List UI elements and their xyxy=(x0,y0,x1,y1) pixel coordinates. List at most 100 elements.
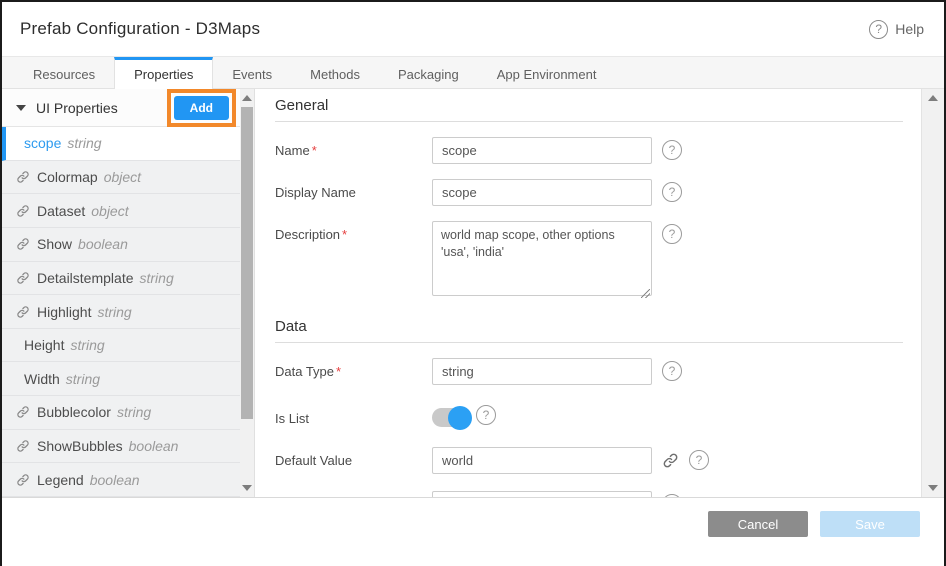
link-icon xyxy=(16,237,30,251)
property-item-legend[interactable]: Legend boolean xyxy=(2,463,240,497)
property-type: string xyxy=(70,337,104,353)
binding-type-label: Binding Type xyxy=(275,491,432,497)
form-scroll-thumb[interactable] xyxy=(922,89,944,289)
property-form-panel: General Name* Display Name Description* … xyxy=(255,89,944,497)
data-type-field[interactable] xyxy=(432,358,652,385)
description-field[interactable]: world map scope, other options 'usa', 'i… xyxy=(432,221,652,296)
collapse-caret-icon xyxy=(16,105,26,111)
default-value-field[interactable] xyxy=(432,447,652,474)
tab-methods[interactable]: Methods xyxy=(291,57,379,88)
ui-properties-list: UI Properties Add scope string Colormap … xyxy=(2,89,240,497)
is-list-toggle[interactable] xyxy=(432,408,469,427)
description-row: Description* world map scope, other opti… xyxy=(275,221,903,301)
property-name: Width xyxy=(24,371,60,387)
is-list-label: Is List xyxy=(275,405,432,426)
property-name: Dataset xyxy=(37,203,85,219)
cancel-button[interactable]: Cancel xyxy=(708,511,808,537)
scroll-up-icon[interactable] xyxy=(928,95,938,101)
section-data: Data xyxy=(275,318,903,343)
property-type: string xyxy=(97,304,131,320)
property-form: General Name* Display Name Description* … xyxy=(255,89,921,497)
property-name: ShowBubbles xyxy=(37,438,123,454)
form-scrollbar[interactable] xyxy=(921,89,944,497)
property-type: boolean xyxy=(78,236,128,252)
sidebar-scrollbar[interactable] xyxy=(240,89,254,497)
link-icon xyxy=(16,271,30,285)
required-marker: * xyxy=(312,143,317,158)
name-row: Name* xyxy=(275,137,903,164)
link-icon xyxy=(16,405,30,419)
prefab-configuration-dialog: Prefab Configuration - D3Maps Help Resou… xyxy=(0,0,946,566)
page-title: Prefab Configuration - D3Maps xyxy=(20,19,260,39)
data-type-label: Data Type* xyxy=(275,358,432,379)
property-name: Highlight xyxy=(37,304,91,320)
help-icon[interactable] xyxy=(689,450,709,470)
help-label: Help xyxy=(895,21,924,37)
bind-link-icon[interactable] xyxy=(662,452,679,474)
display-name-field[interactable] xyxy=(432,179,652,206)
property-type: object xyxy=(91,203,128,219)
is-list-row: Is List xyxy=(275,405,903,427)
name-label: Name* xyxy=(275,137,432,158)
scroll-down-icon[interactable] xyxy=(242,485,252,491)
section-general: General xyxy=(275,97,903,122)
link-icon xyxy=(16,305,30,319)
add-property-button[interactable]: Add xyxy=(174,96,229,120)
tab-resources[interactable]: Resources xyxy=(14,57,114,88)
link-icon xyxy=(16,170,30,184)
display-name-row: Display Name xyxy=(275,179,903,206)
property-type: string xyxy=(67,135,101,151)
property-type: string xyxy=(140,270,174,286)
save-button[interactable]: Save xyxy=(820,511,920,537)
property-type: boolean xyxy=(129,438,179,454)
property-item-height[interactable]: Height string xyxy=(2,329,240,363)
property-item-scope[interactable]: scope string xyxy=(2,127,240,161)
property-type: boolean xyxy=(90,472,140,488)
data-type-row: Data Type* xyxy=(275,358,903,385)
help-icon[interactable] xyxy=(662,361,682,381)
property-item-colormap[interactable]: Colormap object xyxy=(2,161,240,195)
property-item-width[interactable]: Width string xyxy=(2,362,240,396)
description-label: Description* xyxy=(275,221,432,242)
property-name: Colormap xyxy=(37,169,98,185)
help-icon[interactable] xyxy=(662,140,682,160)
tab-events[interactable]: Events xyxy=(213,57,291,88)
tab-properties[interactable]: Properties xyxy=(114,57,213,89)
required-marker: * xyxy=(342,227,347,242)
tab-packaging[interactable]: Packaging xyxy=(379,57,478,88)
ui-properties-panel: UI Properties Add scope string Colormap … xyxy=(2,89,255,497)
help-icon[interactable] xyxy=(662,182,682,202)
property-item-show[interactable]: Show boolean xyxy=(2,228,240,262)
ui-properties-header[interactable]: UI Properties Add xyxy=(2,89,240,127)
scroll-down-icon[interactable] xyxy=(928,485,938,491)
property-name: Detailstemplate xyxy=(37,270,134,286)
help-icon[interactable] xyxy=(662,224,682,244)
dialog-body: UI Properties Add scope string Colormap … xyxy=(2,89,944,498)
property-name: scope xyxy=(24,135,61,151)
tab-app-environment[interactable]: App Environment xyxy=(478,57,616,88)
property-item-bubblecolor[interactable]: Bubblecolor string xyxy=(2,396,240,430)
default-value-label: Default Value xyxy=(275,447,432,468)
dialog-footer: Cancel Save xyxy=(2,498,944,566)
help-icon[interactable] xyxy=(476,405,496,425)
binding-type-select[interactable] xyxy=(432,491,652,497)
title-bar: Prefab Configuration - D3Maps Help xyxy=(2,2,944,57)
help-icon xyxy=(869,20,888,39)
scroll-up-icon[interactable] xyxy=(242,95,252,101)
property-type: string xyxy=(66,371,100,387)
property-name: Show xyxy=(37,236,72,252)
property-item-highlight[interactable]: Highlight string xyxy=(2,295,240,329)
help-icon[interactable] xyxy=(662,494,682,497)
add-button-highlight-box: Add xyxy=(167,89,236,127)
link-icon xyxy=(16,473,30,487)
toggle-knob xyxy=(448,406,472,430)
property-item-dataset[interactable]: Dataset object xyxy=(2,194,240,228)
property-type: object xyxy=(104,169,141,185)
property-item-detailstemplate[interactable]: Detailstemplate string xyxy=(2,262,240,296)
display-name-label: Display Name xyxy=(275,179,432,200)
name-field[interactable] xyxy=(432,137,652,164)
property-name: Bubblecolor xyxy=(37,404,111,420)
property-item-showbubbles[interactable]: ShowBubbles boolean xyxy=(2,430,240,464)
help-button[interactable]: Help xyxy=(869,20,924,39)
sidebar-scroll-thumb[interactable] xyxy=(241,107,253,419)
